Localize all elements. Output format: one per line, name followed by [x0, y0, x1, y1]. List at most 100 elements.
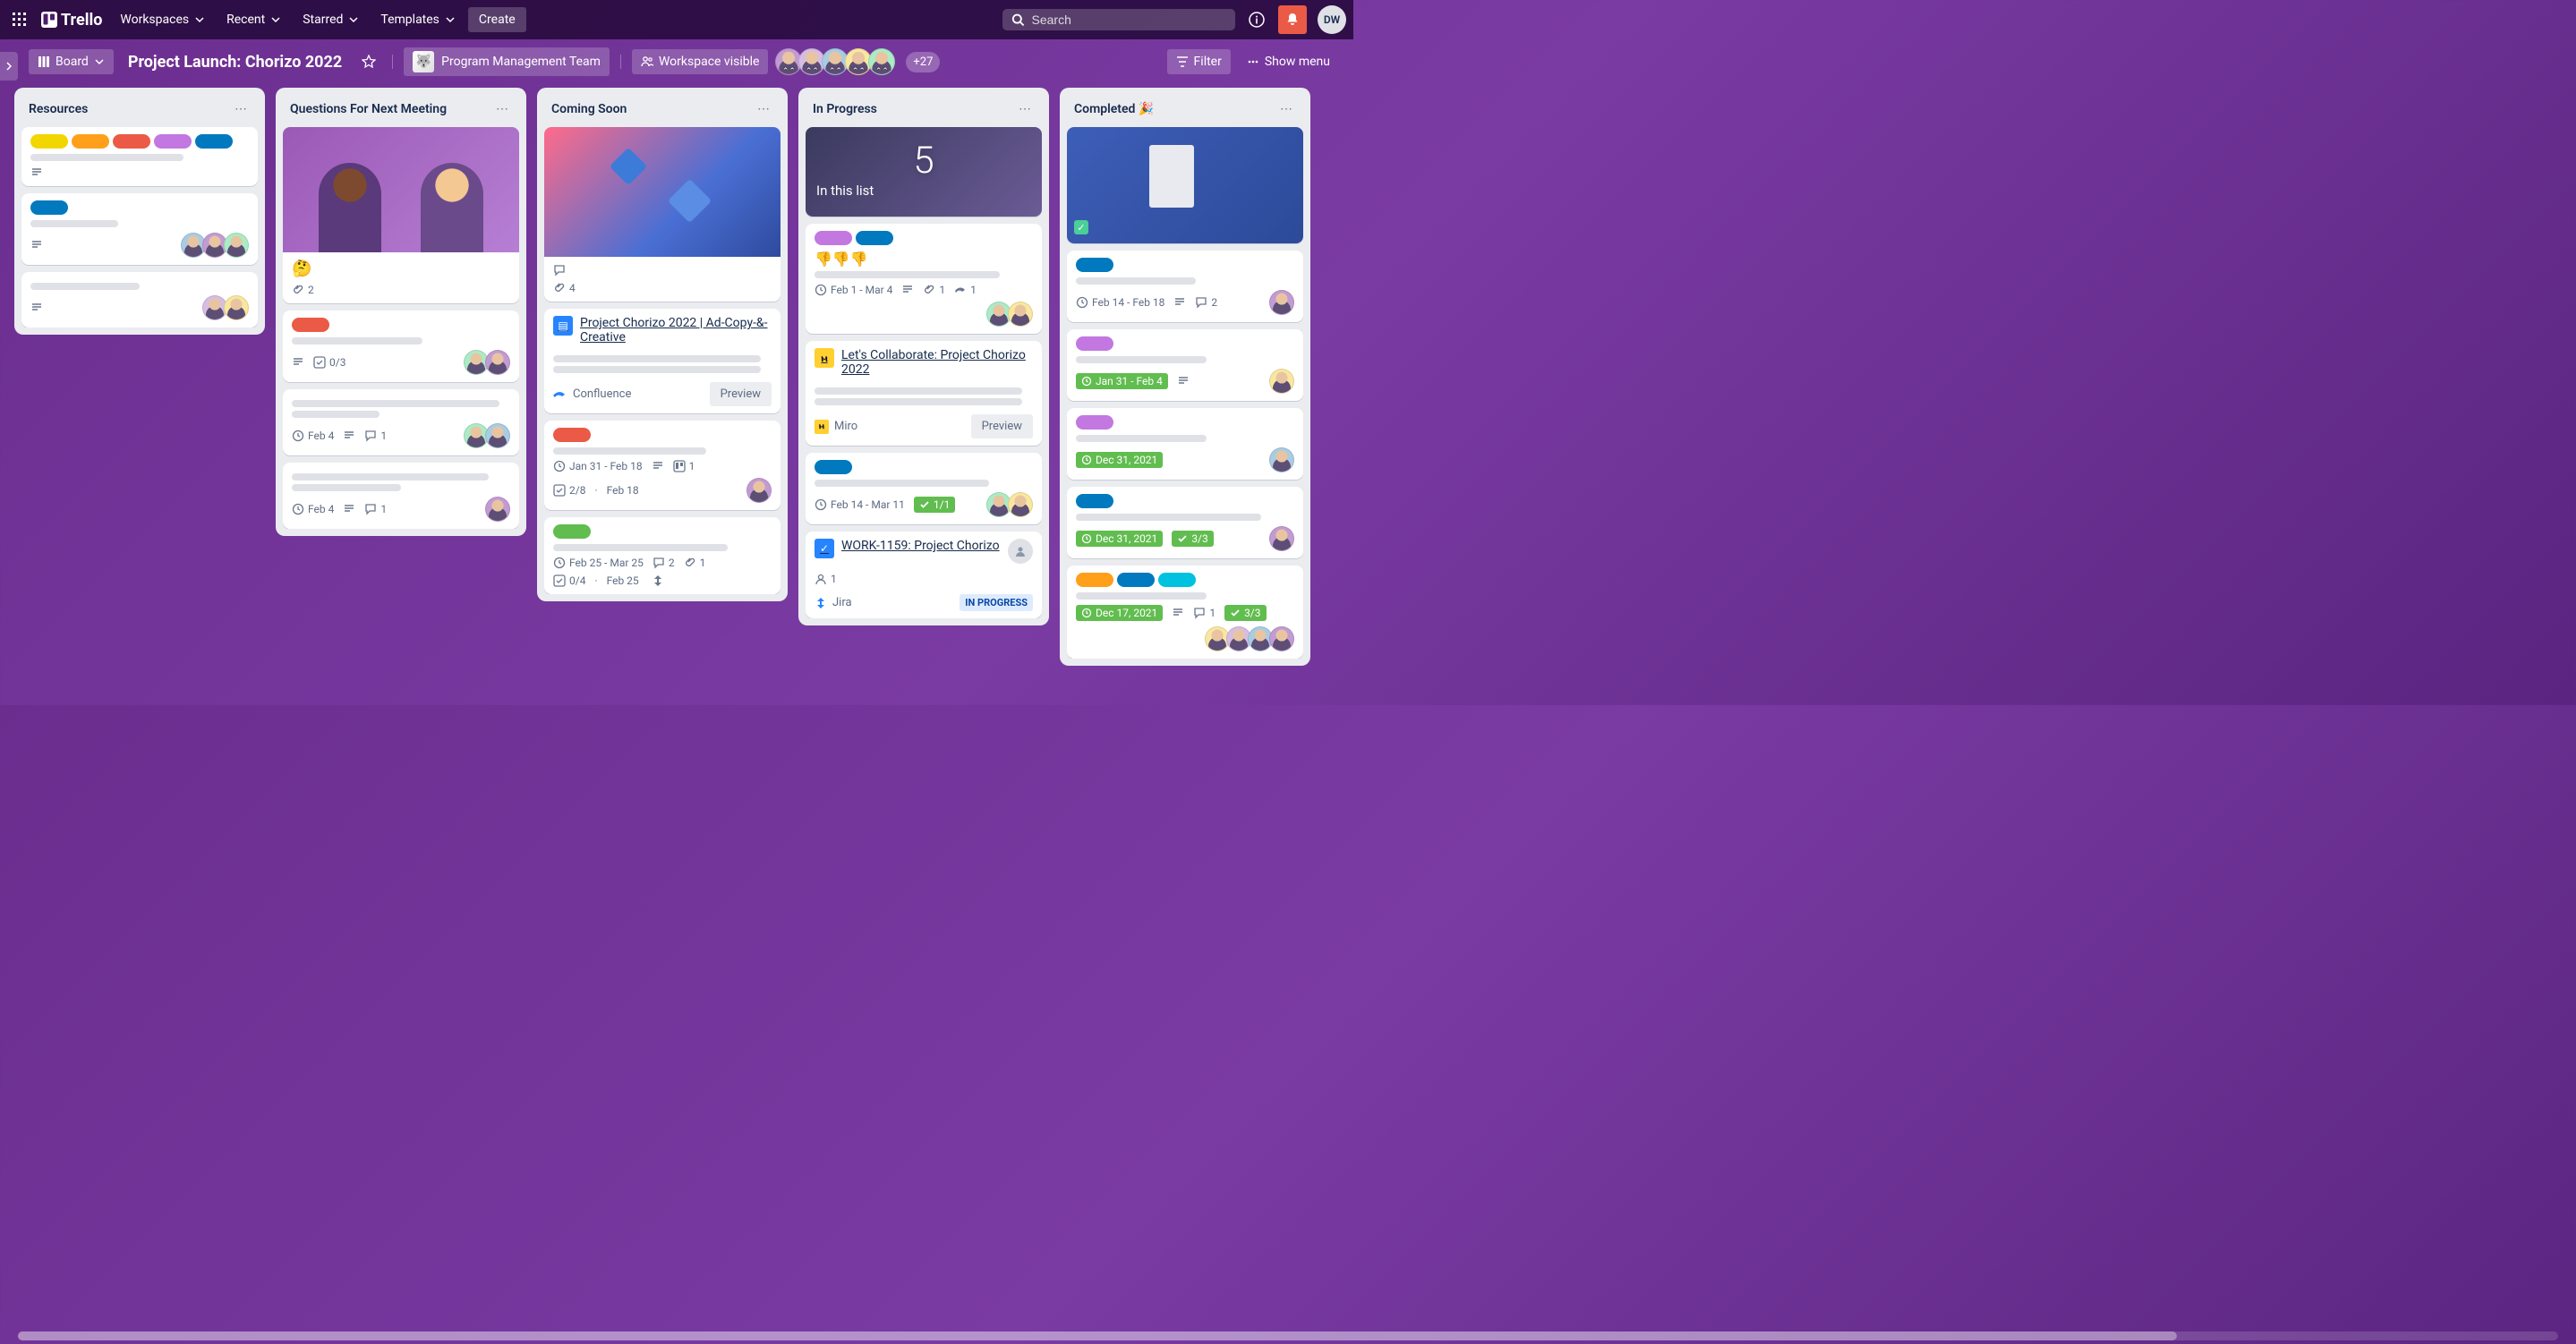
card[interactable]: Feb 14 - Mar 11 1/1: [806, 453, 1042, 524]
card[interactable]: 👎👎👎 Feb 1 - Mar 4 1 1: [806, 224, 1042, 334]
info-button[interactable]: [1242, 5, 1271, 34]
member-avatar[interactable]: [224, 233, 249, 258]
card[interactable]: 0/3: [283, 310, 519, 382]
member-avatar[interactable]: [485, 350, 510, 375]
label[interactable]: [113, 134, 150, 149]
date-text: Feb 14 - Feb 18: [1092, 296, 1164, 309]
card-list-count[interactable]: 5 In this list: [806, 127, 1042, 217]
label[interactable]: [30, 134, 68, 149]
card[interactable]: ✓: [1067, 127, 1303, 243]
card[interactable]: Jan 31 - Feb 4: [1067, 329, 1303, 401]
label[interactable]: [195, 134, 233, 149]
team-chip[interactable]: 🐺 Program Management Team: [404, 47, 610, 76]
label[interactable]: [154, 134, 192, 149]
google-doc-icon: ▤: [553, 316, 573, 336]
trello-logo[interactable]: Trello: [36, 5, 107, 35]
list-menu-button[interactable]: ⋯: [754, 98, 773, 120]
search-box[interactable]: [1002, 9, 1235, 30]
member-avatar[interactable]: [1269, 447, 1294, 472]
label[interactable]: [30, 200, 68, 215]
member-avatar[interactable]: [746, 478, 772, 503]
templates-dropdown[interactable]: Templates: [371, 7, 465, 32]
member-avatar[interactable]: [1269, 526, 1294, 551]
card-confluence-link[interactable]: ▤ Project Chorizo 2022 | Ad-Copy-&-Creat…: [544, 309, 780, 413]
member-avatar[interactable]: [224, 295, 249, 320]
member-avatar[interactable]: [1008, 302, 1033, 327]
workspaces-dropdown[interactable]: Workspaces: [111, 7, 214, 32]
visibility-button[interactable]: Workspace visible: [632, 49, 768, 74]
extra-members-count[interactable]: +27: [906, 52, 940, 72]
card[interactable]: Dec 17, 2021 1 3/3: [1067, 566, 1303, 659]
board-view-switcher[interactable]: Board: [29, 49, 114, 74]
member-avatar[interactable]: [485, 423, 510, 448]
label[interactable]: [292, 318, 329, 332]
label[interactable]: [1076, 494, 1113, 508]
scrollbar-thumb[interactable]: [18, 1331, 2177, 1340]
label[interactable]: [1076, 258, 1113, 272]
card[interactable]: Feb 25 - Mar 25 2 1 0/4 · Feb 25: [544, 517, 780, 594]
clock-icon: [1076, 296, 1088, 309]
confluence-icon: [553, 387, 567, 402]
checklist-badge: 0/4: [553, 574, 585, 587]
horizontal-scrollbar[interactable]: [18, 1331, 2558, 1340]
card[interactable]: [21, 127, 258, 186]
recent-dropdown[interactable]: Recent: [218, 7, 290, 32]
apps-switcher-button[interactable]: [7, 7, 32, 32]
notifications-button[interactable]: [1278, 5, 1307, 34]
card[interactable]: Feb 4 1: [283, 389, 519, 455]
label[interactable]: [815, 460, 852, 474]
member-avatar[interactable]: ⌃⌃: [868, 48, 895, 75]
search-input[interactable]: [1032, 13, 1227, 27]
list-menu-button[interactable]: ⋯: [1276, 98, 1296, 120]
label[interactable]: [72, 134, 109, 149]
member-avatar[interactable]: [1269, 369, 1294, 394]
label[interactable]: [553, 524, 591, 539]
date-badge: Jan 31 - Feb 18: [553, 460, 643, 472]
member-avatar[interactable]: [485, 497, 510, 522]
label[interactable]: [1158, 573, 1196, 587]
list-title[interactable]: Completed 🎉: [1074, 102, 1154, 116]
list-menu-button[interactable]: ⋯: [492, 98, 512, 120]
unassigned-avatar[interactable]: [1008, 539, 1033, 564]
card[interactable]: Feb 14 - Feb 18 2: [1067, 251, 1303, 322]
card[interactable]: Dec 31, 2021 3/3: [1067, 487, 1303, 558]
card[interactable]: [21, 193, 258, 265]
preview-button[interactable]: Preview: [971, 414, 1033, 438]
label[interactable]: [1076, 336, 1113, 351]
starred-dropdown[interactable]: Starred: [294, 7, 368, 32]
list-title[interactable]: Coming Soon: [551, 102, 627, 116]
list-menu-button[interactable]: ⋯: [231, 98, 251, 120]
preview-button[interactable]: Preview: [710, 382, 772, 406]
label[interactable]: [553, 428, 591, 442]
user-avatar[interactable]: DW: [1318, 5, 1346, 34]
card-jira-link[interactable]: ✓ WORK-1159: Project Chorizo 1 Jira IN P…: [806, 532, 1042, 618]
member-avatar[interactable]: [1269, 626, 1294, 651]
label[interactable]: [1076, 415, 1113, 430]
label[interactable]: [856, 231, 893, 245]
card[interactable]: Jan 31 - Feb 18 1 2/8 · Feb 18: [544, 421, 780, 510]
member-avatar[interactable]: [1269, 290, 1294, 315]
card[interactable]: 🤔 2: [283, 127, 519, 303]
board-members-stack[interactable]: ⌃⌃ ⌃⌃ ⌃⌃ ⌃⌃ ⌃⌃: [779, 48, 895, 75]
list-title[interactable]: Questions For Next Meeting: [290, 102, 447, 116]
list-title[interactable]: In Progress: [813, 102, 877, 116]
card-miro-link[interactable]: ⲙ Let's Collaborate: Project Chorizo 202…: [806, 341, 1042, 446]
filter-button[interactable]: Filter: [1167, 49, 1231, 74]
card[interactable]: Feb 4 1: [283, 463, 519, 529]
board-canvas[interactable]: Resources ⋯: [0, 84, 1353, 694]
card[interactable]: [21, 272, 258, 327]
sidebar-expand-button[interactable]: [0, 52, 18, 81]
board-title[interactable]: Project Launch: Chorizo 2022: [121, 53, 349, 72]
label[interactable]: [1076, 573, 1113, 587]
create-button[interactable]: Create: [468, 7, 526, 32]
list-title[interactable]: Resources: [29, 102, 88, 116]
description-badge: [343, 430, 355, 442]
label[interactable]: [815, 231, 852, 245]
label[interactable]: [1117, 573, 1155, 587]
member-avatar[interactable]: [1008, 492, 1033, 517]
card[interactable]: 4: [544, 127, 780, 302]
show-menu-button[interactable]: Show menu: [1238, 49, 1339, 74]
card[interactable]: Dec 31, 2021: [1067, 408, 1303, 480]
list-menu-button[interactable]: ⋯: [1015, 98, 1035, 120]
star-button[interactable]: [356, 49, 381, 74]
